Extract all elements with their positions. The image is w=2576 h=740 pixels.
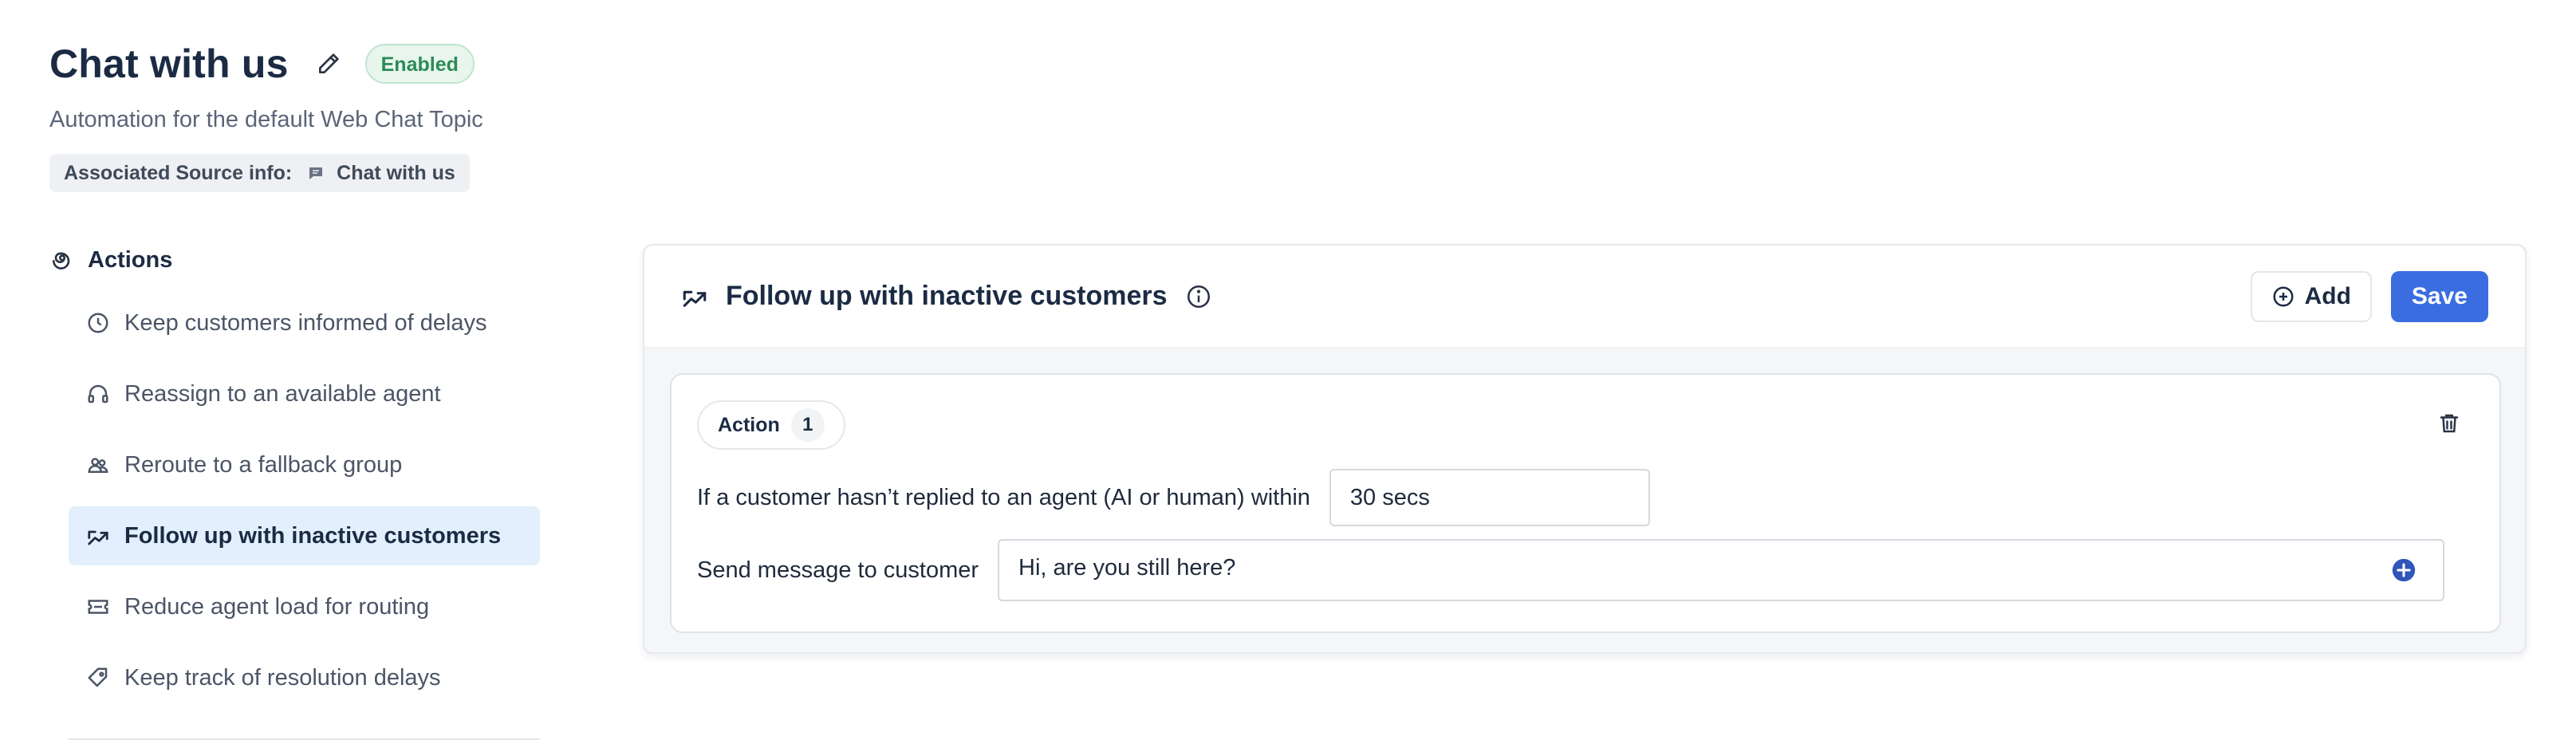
message-text: Hi, are you still here? — [1018, 555, 1236, 581]
sidebar-item-label: Keep customers informed of delays — [124, 309, 487, 336]
page-title: Chat with us — [49, 41, 289, 86]
plus-circle-icon — [2271, 285, 2295, 309]
card-header: Follow up with inactive customers Add Sa… — [644, 246, 2525, 348]
action-label: Action — [718, 413, 780, 436]
title-row: Chat with us Enabled — [49, 38, 483, 89]
action-block: Action 1 If a customer hasn’t replied to… — [670, 373, 2501, 633]
info-icon[interactable] — [1185, 283, 1212, 310]
sidebar-item-track-resolution-delays[interactable]: Keep track of resolution delays — [69, 648, 540, 707]
actions-heading-label: Actions — [88, 246, 173, 273]
wait-duration-input[interactable]: 30 secs — [1329, 469, 1650, 526]
group-icon — [86, 453, 110, 477]
sidebar-item-label: Reduce agent load for routing — [124, 593, 430, 620]
page-subtitle: Automation for the default Web Chat Topi… — [49, 107, 483, 132]
sidebar-item-follow-up-inactive[interactable]: Follow up with inactive customers — [69, 506, 540, 565]
message-row: Send message to customer Hi, are you sti… — [697, 539, 2445, 601]
clock-icon — [86, 311, 110, 335]
page-header: Chat with us Enabled Automation for the … — [49, 38, 483, 192]
sidebar-item-keep-customers-informed[interactable]: Keep customers informed of delays — [69, 293, 540, 352]
condition-label: If a customer hasn’t replied to an agent… — [697, 484, 1310, 510]
message-input[interactable]: Hi, are you still here? — [998, 539, 2445, 601]
sidebar-item-label: Reassign to an available agent — [124, 380, 441, 407]
source-value: Chat with us — [337, 161, 455, 184]
card-title: Follow up with inactive customers — [726, 281, 1168, 311]
ticket-icon — [86, 595, 110, 619]
action-pill: Action 1 — [697, 400, 845, 450]
sidebar-item-reduce-agent-load[interactable]: Reduce agent load for routing — [69, 577, 540, 636]
trend-arrows-icon — [681, 283, 708, 310]
add-button-label: Add — [2304, 282, 2351, 309]
spiral-icon — [49, 247, 75, 273]
tag-icon — [86, 666, 110, 690]
actions-sidebar: Actions Keep customers informed of delay… — [49, 239, 540, 720]
associated-source-chip: Associated Source info: Chat with us — [49, 154, 470, 192]
add-variable-plus-icon[interactable] — [2390, 557, 2417, 584]
sidebar-item-reroute-fallback[interactable]: Reroute to a fallback group — [69, 435, 540, 494]
add-button[interactable]: Add — [2250, 270, 2372, 322]
chat-bubble-icon — [306, 163, 325, 183]
sidebar-item-label: Keep track of resolution delays — [124, 664, 441, 691]
condition-row: If a customer hasn’t replied to an agent… — [697, 469, 1650, 526]
sidebar-item-reassign-agent[interactable]: Reassign to an available agent — [69, 364, 540, 423]
action-number-badge: 1 — [790, 408, 825, 442]
status-badge: Enabled — [364, 44, 475, 84]
trend-arrows-icon — [86, 524, 110, 548]
pencil-icon[interactable] — [313, 48, 345, 80]
message-label: Send message to customer — [697, 557, 979, 583]
source-label: Associated Source info: — [64, 161, 293, 184]
sidebar-item-label: Follow up with inactive customers — [124, 522, 502, 549]
actions-list: Keep customers informed of delays Reassi… — [49, 293, 540, 707]
trash-icon[interactable] — [2437, 410, 2464, 437]
sidebar-item-label: Reroute to a fallback group — [124, 451, 403, 478]
headset-icon — [86, 382, 110, 406]
action-editor-card: Follow up with inactive customers Add Sa… — [643, 244, 2527, 654]
page-root: Chat with us Enabled Automation for the … — [0, 0, 2576, 740]
actions-heading: Actions — [49, 239, 540, 281]
save-button[interactable]: Save — [2390, 270, 2488, 322]
